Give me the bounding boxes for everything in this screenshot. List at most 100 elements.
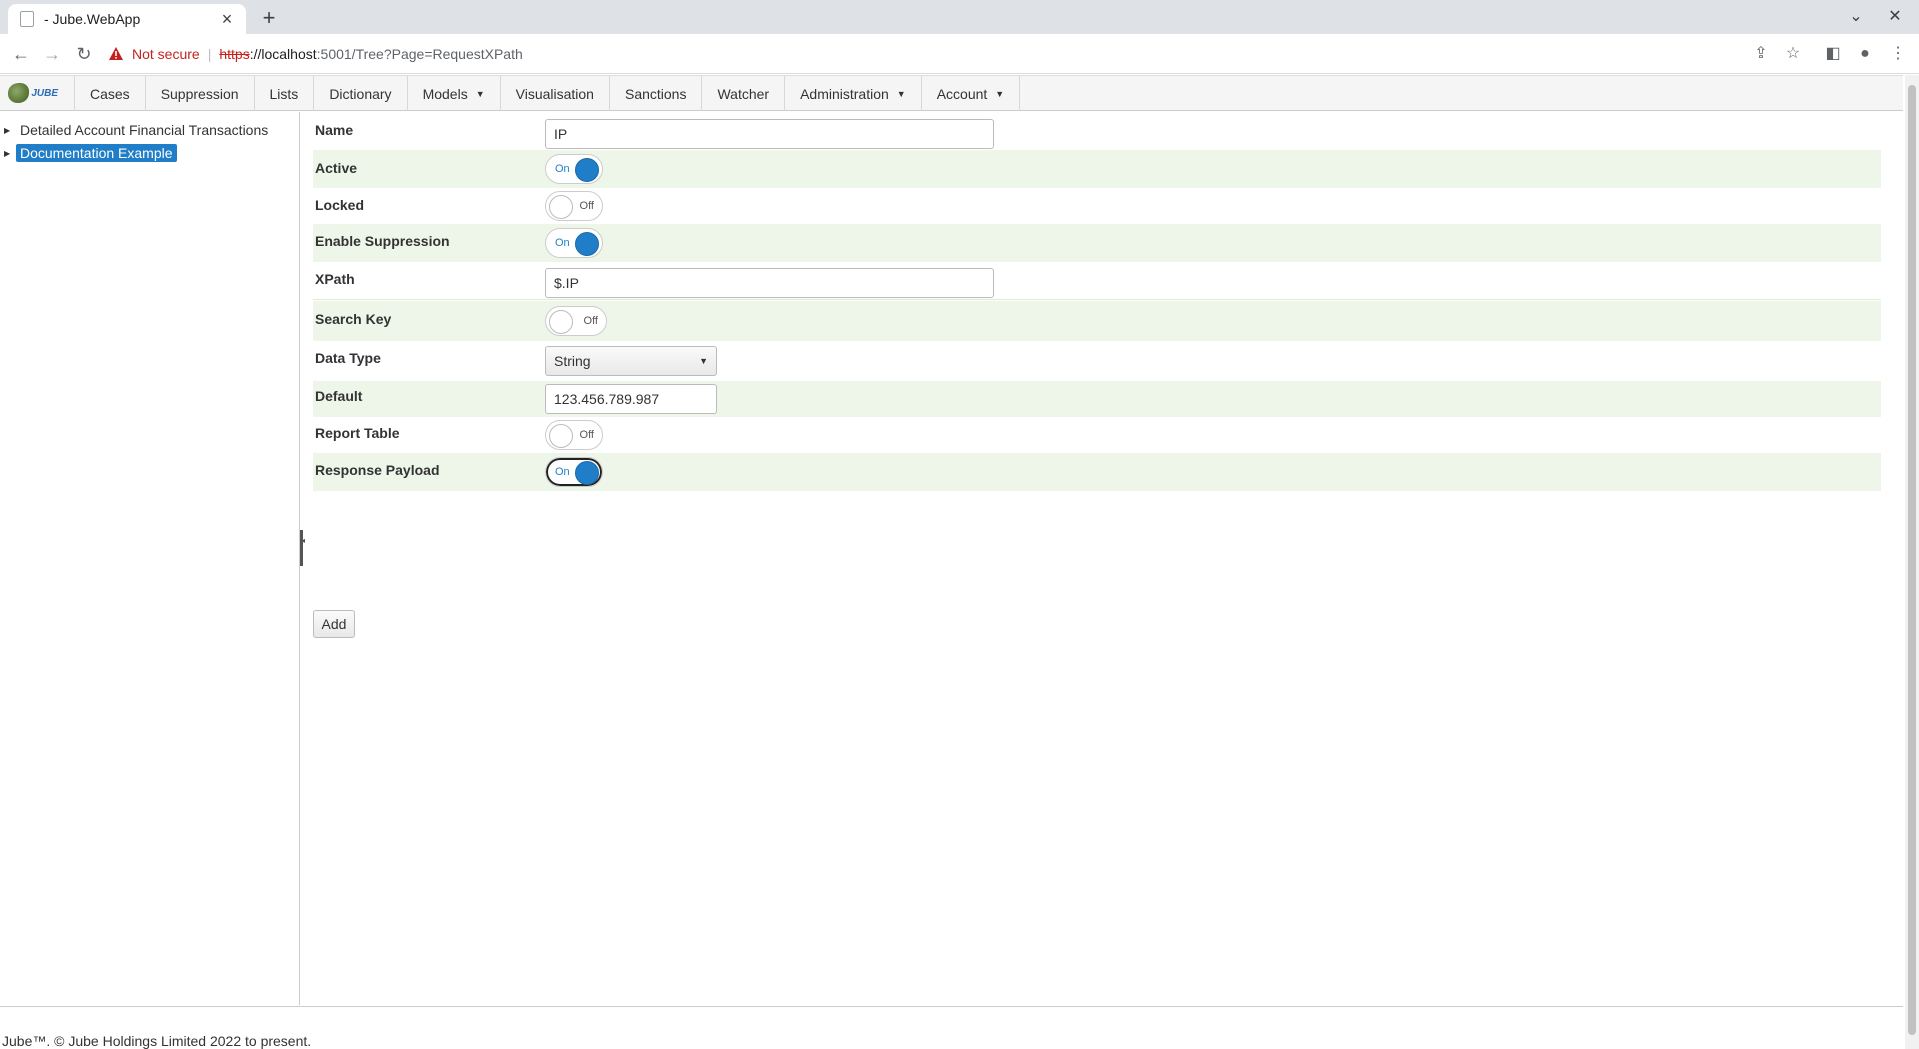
jube-logo-mark xyxy=(8,83,30,103)
bookmark-star-icon[interactable]: ☆ xyxy=(1783,44,1803,64)
nav-account-label: Account xyxy=(936,85,988,102)
default-input[interactable] xyxy=(545,384,717,414)
caret-down-icon: ▼ xyxy=(475,88,485,99)
toggle-state: Off xyxy=(579,200,594,212)
enable-suppression-toggle[interactable]: On xyxy=(545,228,603,258)
default-row: Default xyxy=(313,381,1881,417)
caret-down-icon: ▼ xyxy=(699,356,708,366)
nav-visualisation[interactable]: Visualisation xyxy=(499,76,609,111)
url-path: :5001/Tree?Page=RequestXPath xyxy=(316,46,523,62)
toggle-knob xyxy=(575,232,599,256)
toggle-state: Off xyxy=(583,315,598,327)
xpath-row: XPath xyxy=(313,262,1881,300)
url-host: ://localhost xyxy=(249,46,317,62)
tree-item-label: Documentation Example xyxy=(16,144,177,162)
xpath-label: XPath xyxy=(315,271,355,287)
response-payload-row: Response Payload On xyxy=(313,453,1881,491)
forward-icon[interactable]: → xyxy=(40,42,64,66)
response-payload-toggle[interactable]: On xyxy=(545,457,603,487)
toggle-knob xyxy=(549,424,573,448)
new-tab-icon[interactable]: + xyxy=(258,5,280,31)
caret-down-icon: ▼ xyxy=(896,88,906,99)
nav-suppression-label: Suppression xyxy=(160,85,239,102)
toggle-state: On xyxy=(555,237,570,249)
data-type-row: Data Type String ▼ xyxy=(313,341,1881,381)
jube-logo-text: JUBE xyxy=(31,87,58,99)
toggle-state: On xyxy=(555,466,570,478)
report-table-toggle[interactable]: Off xyxy=(545,420,603,450)
nav-models-label: Models xyxy=(422,85,468,102)
nav-suppression[interactable]: Suppression xyxy=(144,76,254,111)
tree-expand-icon[interactable]: ▶ xyxy=(4,149,16,158)
app-navbar: JUBE Cases Suppression Lists Dictionary … xyxy=(0,75,1903,111)
page-favicon-icon xyxy=(20,11,34,27)
page-footer: Jube™. © Jube Holdings Limited 2022 to p… xyxy=(0,1006,1903,1049)
active-label: Active xyxy=(315,160,358,176)
nav-cases-label: Cases xyxy=(90,85,130,102)
warning-icon xyxy=(109,47,123,60)
browser-tabstrip: - Jube.WebApp × + ⌄ ✕ xyxy=(0,0,1919,34)
footer-text: Jube™. © Jube Holdings Limited 2022 to p… xyxy=(2,1033,312,1049)
window-close-icon[interactable]: ✕ xyxy=(1885,6,1905,26)
tree-item-label: Detailed Account Financial Transactions xyxy=(20,122,269,138)
toggle-state: On xyxy=(555,163,570,175)
data-type-select[interactable]: String ▼ xyxy=(545,346,717,376)
toggle-knob xyxy=(575,158,599,182)
tree-expand-icon[interactable]: ▶ xyxy=(4,126,16,135)
nav-lists-label: Lists xyxy=(269,85,299,102)
nav-administration-label: Administration xyxy=(800,85,889,102)
page-scrollbar[interactable] xyxy=(1905,75,1919,1049)
toggle-knob xyxy=(549,195,573,219)
enable-suppression-row: Enable Suppression On xyxy=(313,224,1881,262)
scrollbar-thumb[interactable] xyxy=(1908,85,1916,1035)
default-label: Default xyxy=(315,388,363,404)
back-icon[interactable]: ← xyxy=(9,42,33,66)
nav-lists[interactable]: Lists xyxy=(253,76,314,111)
nav-watcher[interactable]: Watcher xyxy=(701,76,784,111)
nav-account[interactable]: Account ▼ xyxy=(920,76,1021,111)
share-icon[interactable]: ⇪ xyxy=(1751,44,1771,64)
add-button[interactable]: Add xyxy=(313,610,355,638)
name-label: Name xyxy=(315,122,354,138)
nav-watcher-label: Watcher xyxy=(717,85,770,102)
nav-sanctions-label: Sanctions xyxy=(624,85,687,102)
search-key-toggle[interactable]: Off xyxy=(545,306,607,336)
omnibox-separator: | xyxy=(207,46,212,62)
nav-models[interactable]: Models ▼ xyxy=(406,76,500,111)
nav-visualisation-label: Visualisation xyxy=(515,85,594,102)
reload-icon[interactable]: ↻ xyxy=(72,42,96,66)
toggle-knob xyxy=(575,461,599,485)
browser-toolbar: ← → ↻ Not secure | https ://localhost :5… xyxy=(0,34,1919,74)
address-bar[interactable]: Not secure | https ://localhost :5001/Tr… xyxy=(108,39,1768,69)
side-panel-icon[interactable]: ◧ xyxy=(1823,44,1843,64)
nav-dictionary[interactable]: Dictionary xyxy=(313,76,406,111)
active-toggle[interactable]: On xyxy=(545,154,603,184)
response-payload-label: Response Payload xyxy=(315,462,440,478)
tab-close-icon[interactable]: × xyxy=(218,10,236,28)
data-type-value: String xyxy=(554,353,591,369)
nav-dictionary-label: Dictionary xyxy=(329,85,392,102)
xpath-input[interactable] xyxy=(545,268,994,298)
browser-menu-icon[interactable]: ⋮ xyxy=(1888,44,1908,64)
browser-tab[interactable]: - Jube.WebApp × xyxy=(8,4,246,34)
nav-sanctions[interactable]: Sanctions xyxy=(608,76,701,111)
splitter-collapse-icon[interactable]: ◂ xyxy=(301,536,305,545)
nav-cases[interactable]: Cases xyxy=(74,76,145,111)
nav-administration[interactable]: Administration ▼ xyxy=(784,76,921,111)
name-row: Name xyxy=(313,112,1881,150)
toggle-knob xyxy=(549,310,573,334)
locked-toggle[interactable]: Off xyxy=(545,191,603,221)
not-secure-label: Not secure xyxy=(132,46,200,62)
locked-row: Locked Off xyxy=(313,188,1881,224)
enable-suppression-label: Enable Suppression xyxy=(315,233,450,249)
profile-icon[interactable]: ● xyxy=(1855,44,1875,64)
caret-down-icon: ▼ xyxy=(995,88,1005,99)
tab-search-chevron-icon[interactable]: ⌄ xyxy=(1846,6,1866,26)
tree-item-detailed-account[interactable]: ▶ Detailed Account Financial Transaction… xyxy=(4,120,272,140)
search-key-row: Search Key Off xyxy=(313,301,1881,341)
toggle-state: Off xyxy=(579,429,594,441)
name-input[interactable] xyxy=(545,119,994,149)
jube-logo[interactable]: JUBE xyxy=(8,82,58,104)
active-row: Active On xyxy=(313,150,1881,188)
tree-item-documentation-example[interactable]: ▶ Documentation Example xyxy=(4,143,177,163)
